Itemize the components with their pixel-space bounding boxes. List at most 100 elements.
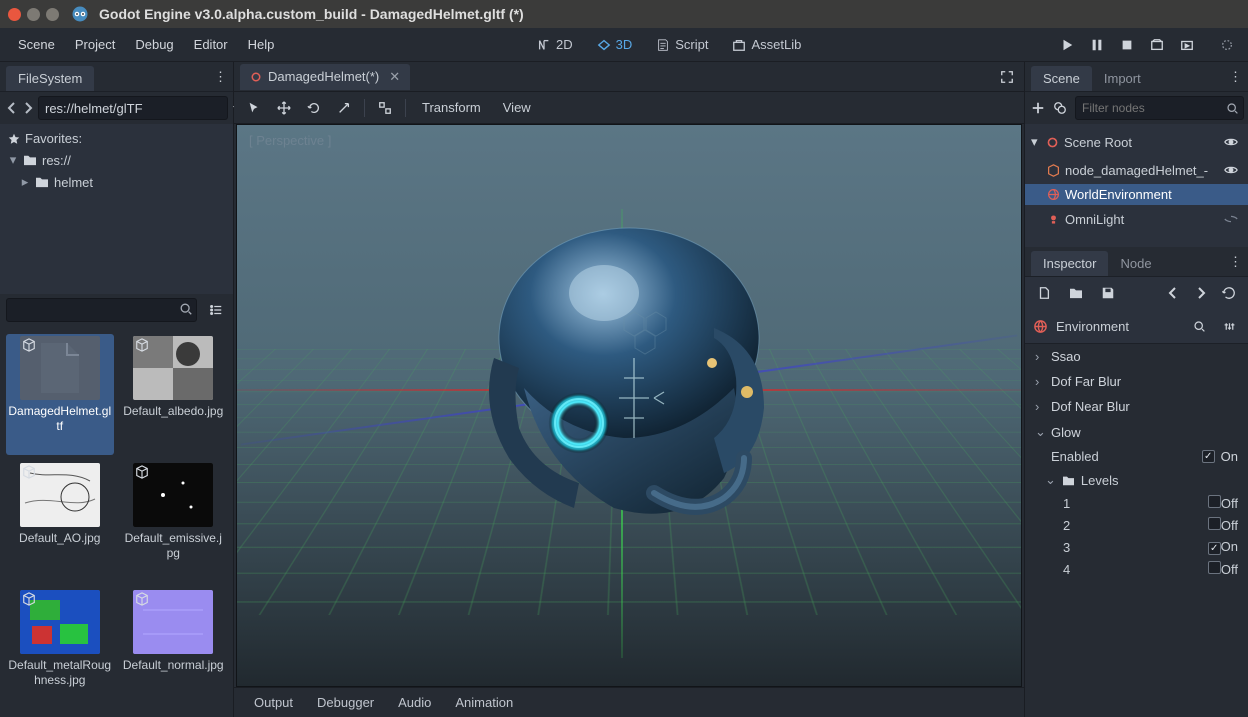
view-menu[interactable]: View	[497, 96, 537, 119]
scene-dock-tab[interactable]: Scene	[1031, 66, 1092, 91]
scene-node[interactable]: OmniLight	[1025, 205, 1248, 233]
inspector-section[interactable]: ›Dof Near Blur	[1025, 394, 1248, 419]
file-label: Default_normal.jpg	[123, 658, 224, 673]
inspector-section[interactable]: ›Ssao	[1025, 344, 1248, 369]
menu-help[interactable]: Help	[240, 31, 283, 58]
resource-name[interactable]: Environment	[1056, 319, 1180, 334]
checkbox[interactable]	[1208, 542, 1221, 555]
inspector-dock-options-icon[interactable]: ⋮	[1229, 254, 1242, 270]
scene-tree: ▾Scene Rootnode_damagedHelmet_-WorldEnvi…	[1025, 124, 1248, 237]
file-item[interactable]: Default_metalRoughness.jpg	[6, 588, 114, 709]
scene-node[interactable]: WorldEnvironment	[1025, 184, 1248, 205]
prop-enabled[interactable]: EnabledOn	[1025, 445, 1248, 468]
play-scene-button[interactable]	[1146, 34, 1168, 56]
nav-forward-button[interactable]	[22, 97, 34, 119]
viewport-3d[interactable]: [ Perspective ]	[236, 124, 1022, 687]
play-button[interactable]	[1056, 34, 1078, 56]
select-tool[interactable]	[244, 98, 264, 118]
inspector-body[interactable]: ›Ssao›Dof Far Blur›Dof Near Blur⌄GlowEna…	[1025, 344, 1248, 717]
menu-project[interactable]: Project	[67, 31, 123, 58]
scene-tab-label: DamagedHelmet(*)	[268, 69, 379, 84]
window-titlebar: Godot Engine v3.0.alpha.custom_build - D…	[0, 0, 1248, 28]
mode-assetlib-button[interactable]: AssetLib	[724, 32, 809, 57]
import-dock-tab[interactable]: Import	[1092, 66, 1153, 91]
checkbox[interactable]	[1208, 561, 1221, 574]
prop-level-row[interactable]: 2Off	[1025, 514, 1248, 536]
path-input[interactable]	[38, 96, 228, 120]
bottom-panel-tabs: Output Debugger Audio Animation	[234, 687, 1024, 717]
menu-scene[interactable]: Scene	[10, 31, 63, 58]
menu-debug[interactable]: Debug	[127, 31, 181, 58]
bottom-tab-debugger[interactable]: Debugger	[307, 690, 384, 715]
file-item[interactable]: Default_normal.jpg	[120, 588, 228, 709]
bottom-tab-audio[interactable]: Audio	[388, 690, 441, 715]
menu-editor[interactable]: Editor	[186, 31, 236, 58]
checkbox[interactable]	[1208, 517, 1221, 530]
bottom-tab-output[interactable]: Output	[244, 690, 303, 715]
file-item[interactable]: DamagedHelmet.gltf	[6, 334, 114, 455]
checkbox[interactable]	[1208, 495, 1221, 508]
nav-back-button[interactable]	[6, 97, 18, 119]
mode-3d-button[interactable]: 3D	[589, 32, 641, 57]
inspector-section[interactable]: ›Dof Far Blur	[1025, 369, 1248, 394]
prop-level-row[interactable]: 4Off	[1025, 558, 1248, 580]
favorites-header: Favorites:	[6, 128, 227, 149]
resource-tools-icon[interactable]	[1218, 315, 1240, 337]
new-resource-button[interactable]	[1033, 282, 1055, 304]
window-maximize-button[interactable]	[46, 8, 59, 21]
history-back-button[interactable]	[1162, 282, 1184, 304]
mode-script-button[interactable]: Script	[648, 32, 716, 57]
save-resource-button[interactable]	[1097, 282, 1119, 304]
file-item[interactable]: Default_emissive.jpg	[120, 461, 228, 582]
file-view-mode-button[interactable]	[205, 299, 227, 321]
prop-level-row[interactable]: 1Off	[1025, 492, 1248, 514]
filesystem-dock-options-icon[interactable]: ⋮	[214, 69, 227, 85]
rotate-tool[interactable]	[304, 98, 324, 118]
visibility-icon[interactable]	[1220, 131, 1242, 153]
scene-tab[interactable]: DamagedHelmet(*) ✕	[240, 64, 410, 90]
snap-tool[interactable]	[375, 98, 395, 118]
file-item[interactable]: Default_AO.jpg	[6, 461, 114, 582]
distraction-free-button[interactable]	[1216, 34, 1238, 56]
mode-2d-button[interactable]: 2D	[529, 32, 581, 57]
visibility-icon[interactable]	[1220, 208, 1242, 230]
node-tab[interactable]: Node	[1108, 251, 1163, 276]
file-thumbnail	[20, 336, 100, 400]
node-label: OmniLight	[1065, 212, 1124, 227]
filter-nodes-input[interactable]	[1075, 96, 1244, 120]
load-resource-button[interactable]	[1065, 282, 1087, 304]
perspective-label[interactable]: [ Perspective ]	[249, 133, 331, 148]
play-custom-scene-button[interactable]	[1176, 34, 1198, 56]
resource-search-icon[interactable]	[1188, 315, 1210, 337]
bottom-tab-animation[interactable]: Animation	[445, 690, 523, 715]
expand-viewport-button[interactable]	[996, 66, 1018, 88]
window-minimize-button[interactable]	[27, 8, 40, 21]
scene-node[interactable]: ▾Scene Root	[1025, 128, 1248, 156]
inspector-section-glow[interactable]: ⌄Glow	[1025, 419, 1248, 445]
tree-folder-helmet[interactable]: ▸helmet	[6, 171, 227, 193]
checkbox[interactable]	[1202, 450, 1215, 463]
prop-level-row[interactable]: 3On	[1025, 536, 1248, 558]
inspector-tab[interactable]: Inspector	[1031, 251, 1108, 276]
filesystem-tab[interactable]: FileSystem	[6, 66, 94, 91]
file-search-input[interactable]	[6, 298, 197, 322]
visibility-icon[interactable]	[1220, 159, 1242, 181]
scene-node[interactable]: node_damagedHelmet_-	[1025, 156, 1248, 184]
transform-menu[interactable]: Transform	[416, 96, 487, 119]
tree-root[interactable]: ▾res://	[6, 149, 227, 171]
scene-dock-options-icon[interactable]: ⋮	[1229, 69, 1242, 85]
instance-scene-button[interactable]	[1053, 97, 1067, 119]
cube-3d-icon	[135, 338, 149, 352]
window-close-button[interactable]	[8, 8, 21, 21]
prop-levels-header[interactable]: ⌄Levels	[1025, 468, 1248, 492]
file-item[interactable]: Default_albedo.jpg	[120, 334, 228, 455]
pause-button[interactable]	[1086, 34, 1108, 56]
helmet-model	[464, 208, 794, 568]
move-tool[interactable]	[274, 98, 294, 118]
scene-tab-close-icon[interactable]: ✕	[389, 69, 400, 85]
scale-tool[interactable]	[334, 98, 354, 118]
history-button[interactable]	[1218, 282, 1240, 304]
add-node-button[interactable]	[1031, 97, 1045, 119]
stop-button[interactable]	[1116, 34, 1138, 56]
history-forward-button[interactable]	[1190, 282, 1212, 304]
